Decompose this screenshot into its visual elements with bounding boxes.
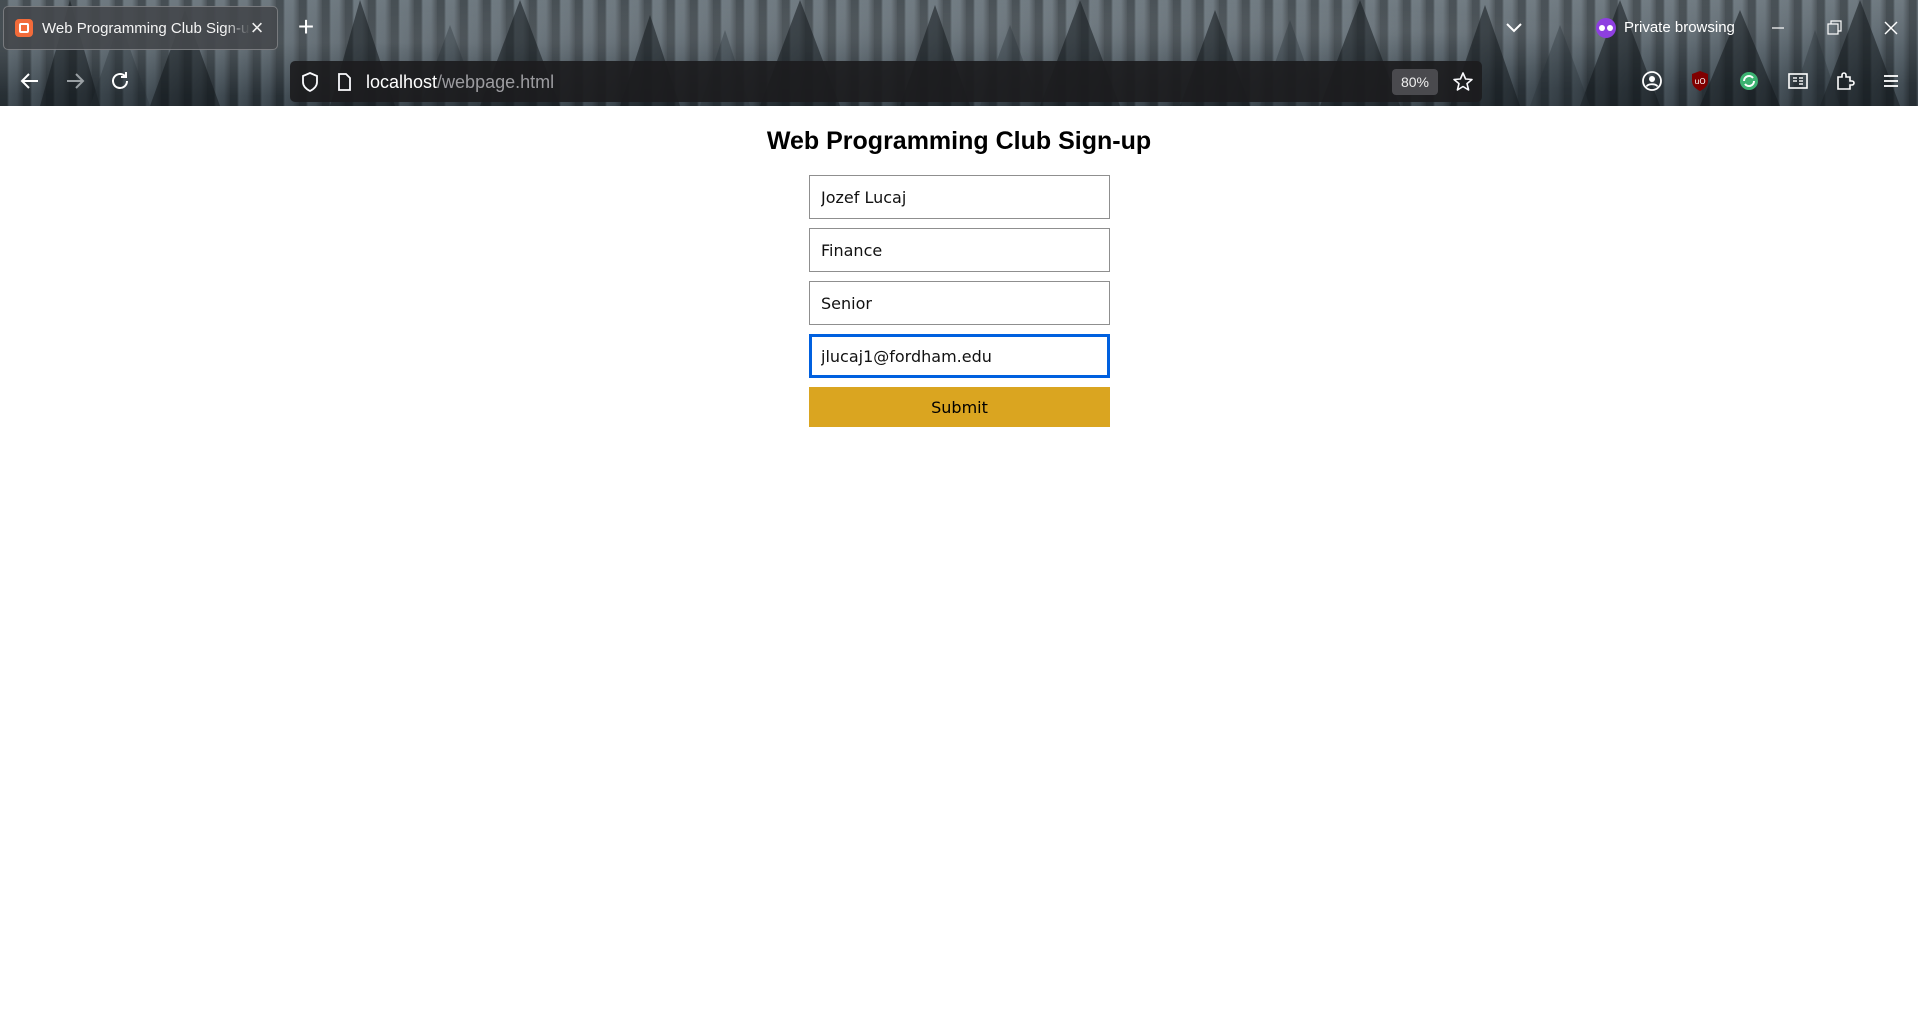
browser-tab-active[interactable]: Web Programming Club Sign-up × bbox=[3, 6, 278, 50]
shield-icon[interactable] bbox=[298, 70, 322, 94]
svg-text:uO: uO bbox=[1694, 77, 1705, 86]
private-browsing-indicator: Private browsing bbox=[1596, 14, 1735, 42]
close-tab-icon[interactable]: × bbox=[247, 17, 267, 39]
page-content: Web Programming Club Sign-up Submit bbox=[0, 106, 1918, 1012]
url-host: localhost bbox=[366, 72, 438, 92]
url-path: /webpage.html bbox=[437, 72, 555, 92]
address-bar[interactable]: localhost/webpage.html 80% bbox=[290, 61, 1482, 102]
extensions-puzzle-icon[interactable] bbox=[1830, 66, 1860, 96]
reader-view-icon[interactable] bbox=[1783, 66, 1813, 96]
major-input[interactable] bbox=[809, 228, 1110, 272]
forward-icon[interactable] bbox=[58, 64, 92, 98]
page-info-icon[interactable] bbox=[332, 70, 356, 94]
private-mask-icon bbox=[1596, 18, 1616, 39]
email-input[interactable] bbox=[809, 334, 1110, 378]
page-title: Web Programming Club Sign-up bbox=[766, 127, 1152, 155]
new-tab-button[interactable]: + bbox=[292, 13, 320, 42]
private-browsing-label: Private browsing bbox=[1624, 19, 1735, 36]
close-window-icon[interactable] bbox=[1873, 10, 1909, 46]
name-input[interactable] bbox=[809, 175, 1110, 219]
account-icon[interactable] bbox=[1637, 66, 1667, 96]
ublock-origin-icon[interactable]: uO bbox=[1685, 66, 1715, 96]
browser-chrome: Web Programming Club Sign-up × + Private… bbox=[0, 0, 1918, 106]
year-input[interactable] bbox=[809, 281, 1110, 325]
restore-window-icon[interactable] bbox=[1816, 10, 1852, 46]
back-icon[interactable] bbox=[13, 64, 47, 98]
reload-icon[interactable] bbox=[103, 64, 137, 98]
minimize-window-icon[interactable] bbox=[1760, 10, 1796, 46]
url-text[interactable]: localhost/webpage.html bbox=[366, 70, 554, 94]
menu-icon[interactable] bbox=[1876, 66, 1906, 96]
bookmark-star-icon[interactable] bbox=[1451, 70, 1475, 94]
xampp-favicon-icon bbox=[15, 19, 33, 37]
submit-button[interactable]: Submit bbox=[809, 387, 1110, 427]
sync-extension-icon[interactable] bbox=[1734, 66, 1764, 96]
zoom-level-badge[interactable]: 80% bbox=[1392, 69, 1438, 95]
tab-title: Web Programming Club Sign-up bbox=[42, 20, 250, 37]
list-all-tabs-chevron-icon[interactable] bbox=[1500, 14, 1528, 42]
